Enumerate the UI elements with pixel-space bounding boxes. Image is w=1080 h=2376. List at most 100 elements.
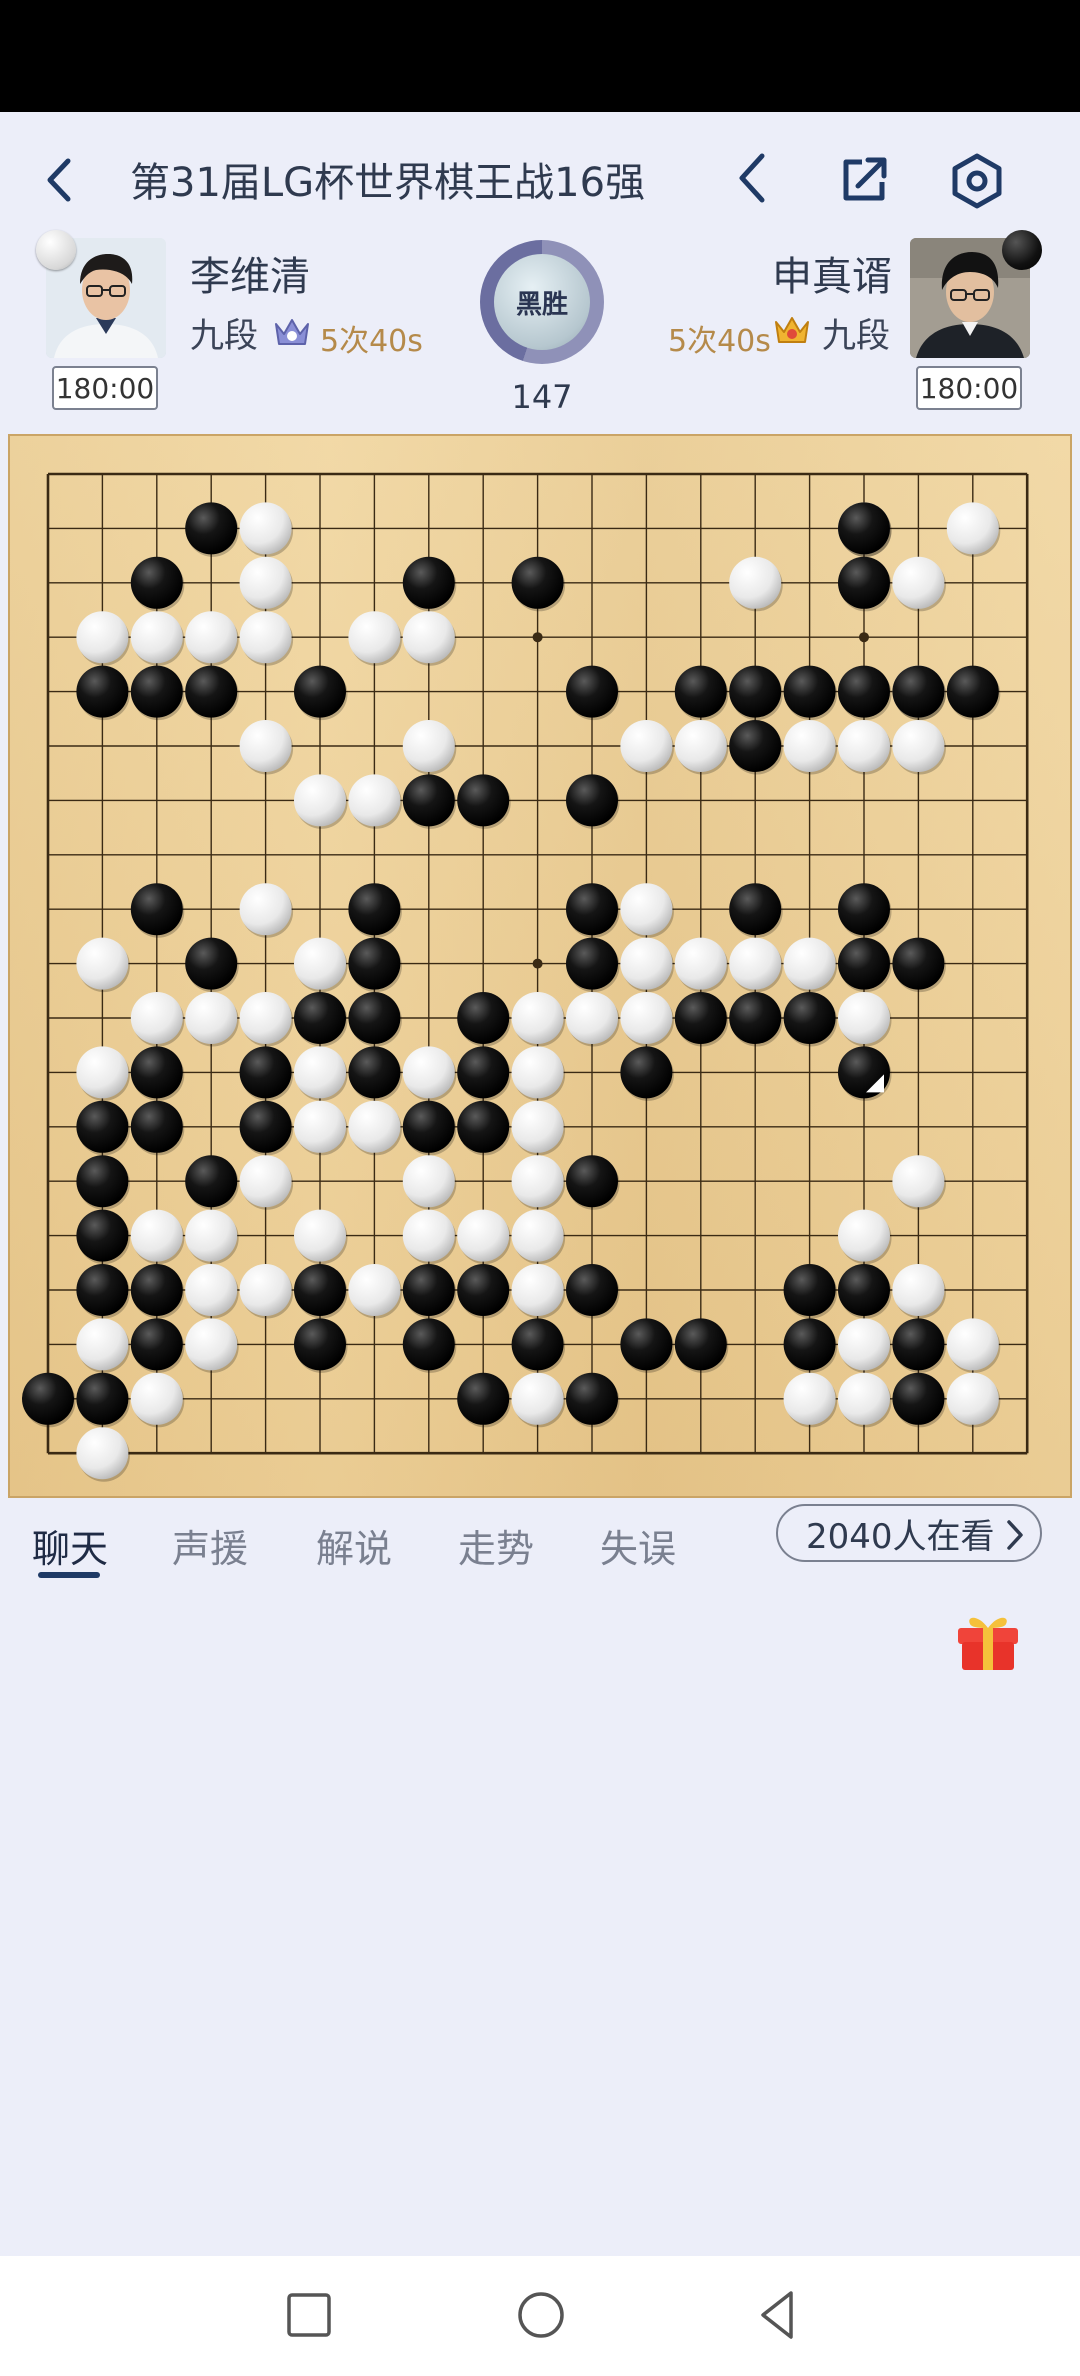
white-stone <box>402 1155 455 1208</box>
black-stone <box>892 1372 945 1425</box>
gift-button[interactable] <box>952 1606 1024 1674</box>
white-stone <box>294 1046 346 1099</box>
black-stone <box>566 883 618 936</box>
status-bar <box>0 0 1080 112</box>
white-stone <box>892 1155 945 1208</box>
crown-icon <box>775 317 809 343</box>
black-stone <box>457 774 510 827</box>
go-board[interactable] <box>8 434 1072 1498</box>
black-stone <box>76 1372 129 1425</box>
white-stone <box>838 1318 890 1371</box>
black-stone <box>566 1372 618 1425</box>
white-stone <box>239 883 292 936</box>
white-stone <box>294 937 346 990</box>
black-stone <box>185 665 238 718</box>
chevron-right-icon <box>1007 1520 1023 1550</box>
white-stone <box>457 1209 510 1262</box>
share-button[interactable] <box>832 148 896 212</box>
white-stone <box>76 937 129 990</box>
viewers-button[interactable]: 2040人在看 <box>776 1504 1042 1562</box>
home-button[interactable] <box>508 2282 574 2348</box>
recents-button[interactable] <box>276 2282 342 2348</box>
byoyomi-right: 5次40s <box>668 324 771 359</box>
black-stone <box>294 665 346 718</box>
tab-commentary[interactable]: 解说 <box>316 1518 392 1573</box>
white-stone <box>185 611 238 664</box>
black-stone <box>76 1155 129 1208</box>
settings-icon <box>952 153 1002 209</box>
black-stone <box>348 992 401 1044</box>
white-stone <box>566 992 618 1044</box>
black-stone <box>838 937 890 990</box>
tab-support[interactable]: 声援 <box>172 1518 248 1573</box>
player-rank-right: 九段 <box>822 316 890 356</box>
white-stone <box>402 611 455 664</box>
black-stone <box>511 1318 564 1371</box>
board-grid[interactable] <box>10 436 1070 1496</box>
result-badge: 黑胜 <box>480 240 604 364</box>
tab-mistakes[interactable]: 失误 <box>600 1518 676 1573</box>
black-stone <box>838 502 890 555</box>
chevron-left-icon <box>739 153 765 203</box>
white-stone <box>239 1264 292 1316</box>
white-stone <box>239 1155 292 1208</box>
black-stone <box>130 665 183 718</box>
white-stone <box>511 1372 564 1425</box>
black-stone <box>838 883 890 936</box>
white-stone <box>402 1046 455 1099</box>
black-stone <box>729 720 782 772</box>
black-stone <box>130 1264 183 1316</box>
tab-chat[interactable]: 聊天 <box>32 1518 108 1573</box>
white-stone <box>838 1372 890 1425</box>
white-stone <box>511 1046 564 1099</box>
white-stone <box>511 1264 564 1316</box>
clock-left: 180:00 <box>52 366 158 410</box>
white-stone <box>239 502 292 555</box>
black-stone <box>620 1318 673 1371</box>
black-stone <box>239 1100 292 1153</box>
black-stone <box>783 665 836 718</box>
black-stone <box>946 665 999 718</box>
white-stone <box>838 992 890 1044</box>
black-stone <box>185 1155 238 1208</box>
white-stone <box>946 1372 999 1425</box>
black-stone <box>838 665 890 718</box>
active-tab-indicator <box>38 1572 100 1578</box>
top-bar: 第31届LG杯世界棋王战16强 <box>0 112 1080 242</box>
page-title: 第31届LG杯世界棋王战16强 <box>130 160 646 206</box>
black-stone <box>457 992 510 1044</box>
settings-button[interactable] <box>944 148 1010 214</box>
tab-trend[interactable]: 走势 <box>458 1518 534 1573</box>
system-nav-bar <box>0 2256 1080 2376</box>
black-stone <box>76 1209 129 1262</box>
white-stone <box>946 502 999 555</box>
clock-right: 180:00 <box>916 366 1022 410</box>
black-stone <box>76 665 129 718</box>
viewers-label: 2040人在看 <box>806 1516 995 1557</box>
white-stone <box>130 611 183 664</box>
black-stone <box>729 665 782 718</box>
back-nav-button[interactable] <box>744 2280 810 2350</box>
white-stone <box>783 1372 836 1425</box>
back-button[interactable] <box>30 150 90 210</box>
black-stone <box>457 1264 510 1316</box>
white-stone <box>620 937 673 990</box>
black-stone <box>402 1264 455 1316</box>
prev-game-button[interactable] <box>722 146 782 210</box>
white-stone <box>892 720 945 772</box>
black-stone <box>457 1046 510 1099</box>
black-stone <box>348 937 401 990</box>
black-stone <box>130 883 183 936</box>
black-stone <box>239 1046 292 1099</box>
black-stone <box>22 1372 74 1425</box>
white-stone <box>239 611 292 664</box>
black-stone <box>130 1046 183 1099</box>
star-point <box>532 632 543 643</box>
white-stone-indicator <box>36 230 76 270</box>
black-stone <box>783 1264 836 1316</box>
white-stone <box>239 720 292 772</box>
white-stone <box>511 1100 564 1153</box>
black-stone <box>729 992 782 1044</box>
white-stone <box>185 1318 238 1371</box>
white-stone <box>402 1209 455 1262</box>
